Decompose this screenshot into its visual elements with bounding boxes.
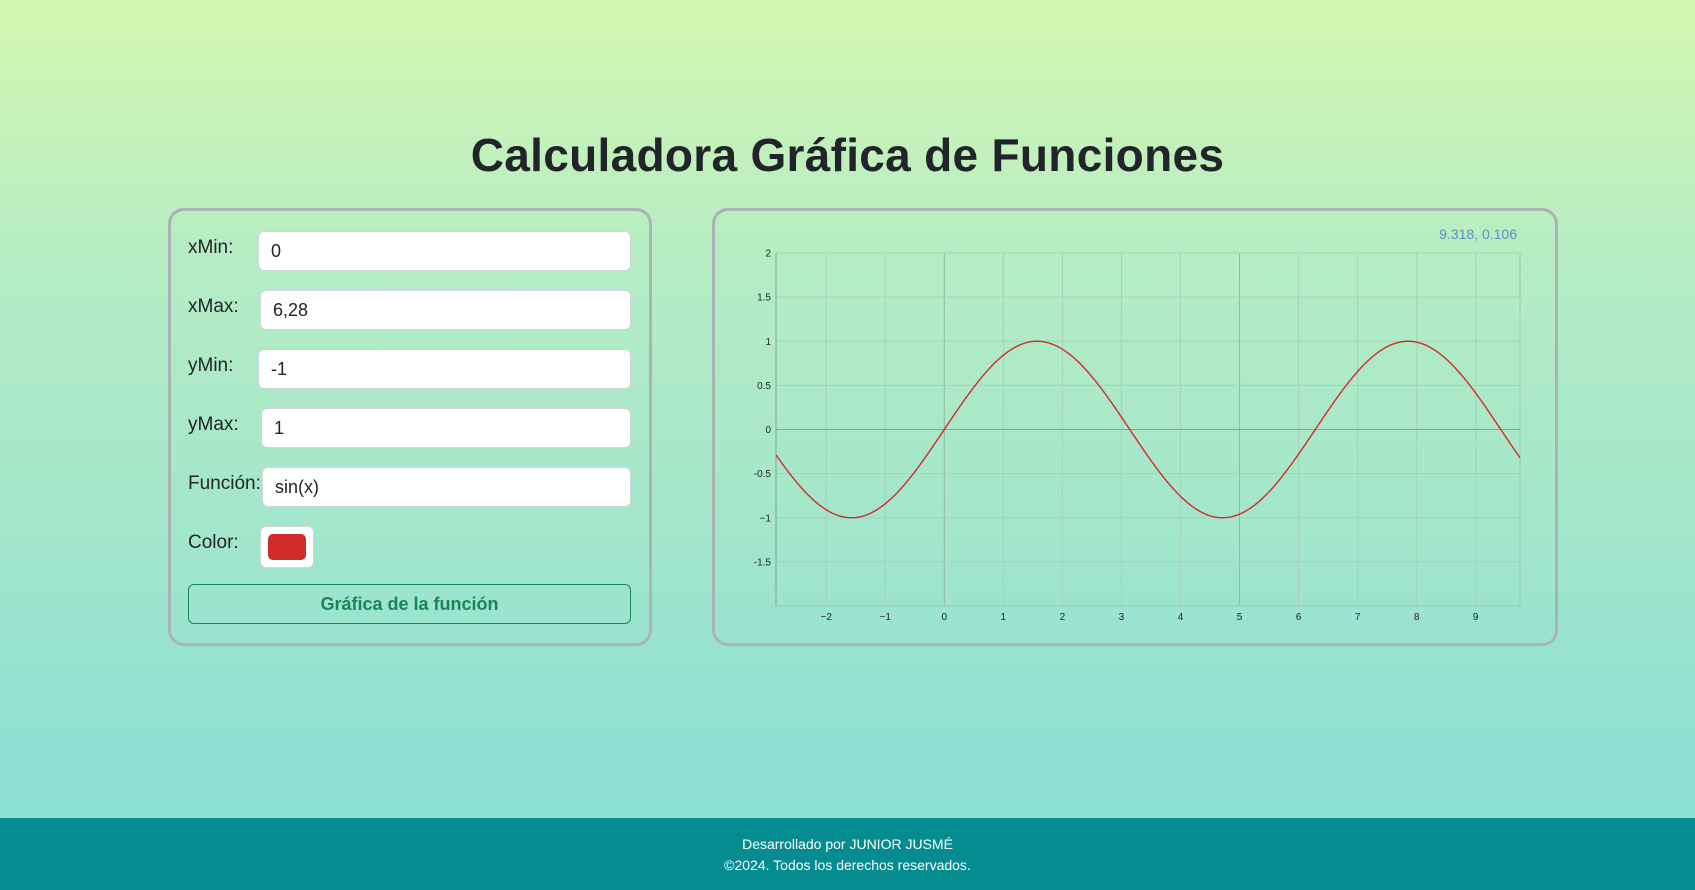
- function-plot[interactable]: −2 −1 0 1 2 3 4 5 6 7 8 9 2 1.5 1 0.5 0 -0.5 −1 -1.5: [715, 211, 1555, 643]
- footer: Desarrollado por JUNIOR JUSMÉ ©2024. Tod…: [0, 818, 1695, 890]
- ymin-row: yMin:: [188, 349, 631, 391]
- x-tick-label: 1: [1001, 612, 1007, 623]
- x-tick-label: 5: [1237, 612, 1243, 623]
- color-swatch: [268, 534, 306, 560]
- xmin-row: xMin:: [188, 231, 631, 273]
- graph-panel: 9.318, 0.106 −2 −1 0 1 2 3 4 5 6 7 8 9 2 1.5 1 0.5 0 -0.5…: [712, 208, 1558, 646]
- x-tick-label: 3: [1119, 612, 1125, 623]
- y-tick-label: 1.5: [757, 293, 771, 304]
- plot-function-button[interactable]: Gráfica de la función: [188, 584, 631, 624]
- page-title: Calculadora Gráfica de Funciones: [470, 129, 1225, 181]
- xmin-label: xMin:: [188, 237, 234, 258]
- color-label: Color:: [188, 532, 239, 553]
- color-row: Color:: [188, 526, 631, 568]
- y-tick-label: -0.5: [754, 469, 772, 480]
- footer-credits: Desarrollado por JUNIOR JUSMÉ: [742, 836, 953, 852]
- funcion-row: Función:: [188, 467, 631, 509]
- funcion-input[interactable]: [262, 467, 631, 507]
- y-tick-label: 2: [765, 249, 771, 260]
- x-tick-label: 0: [942, 612, 948, 623]
- function-form: xMin: xMax: yMin: yMax: Función: Color: …: [168, 208, 652, 646]
- x-tick-label: 7: [1355, 612, 1361, 623]
- y-tick-label: -1.5: [754, 557, 772, 568]
- y-tick-label: 1: [765, 337, 771, 348]
- ymax-row: yMax:: [188, 408, 631, 450]
- xmax-input[interactable]: [260, 290, 631, 330]
- ymin-input[interactable]: [258, 349, 631, 389]
- ymax-input[interactable]: [261, 408, 631, 448]
- x-tick-label: −2: [820, 612, 832, 623]
- ymax-label: yMax:: [188, 414, 239, 435]
- color-picker[interactable]: [260, 526, 314, 568]
- x-tick-label: −1: [880, 612, 892, 623]
- x-tick-label: 9: [1473, 612, 1479, 623]
- funcion-label: Función:: [188, 473, 261, 494]
- footer-copyright: ©2024. Todos los derechos reservados.: [724, 857, 971, 873]
- xmin-input[interactable]: [258, 231, 631, 271]
- y-tick-label: −1: [760, 513, 772, 524]
- x-tick-label: 8: [1414, 612, 1420, 623]
- xmax-label: xMax:: [188, 296, 239, 317]
- x-tick-label: 4: [1178, 612, 1184, 623]
- xmax-row: xMax:: [188, 290, 631, 332]
- x-tick-label: 6: [1296, 612, 1302, 623]
- y-tick-label: 0: [765, 425, 771, 436]
- y-tick-label: 0.5: [757, 381, 771, 392]
- x-tick-label: 2: [1060, 612, 1066, 623]
- ymin-label: yMin:: [188, 355, 234, 376]
